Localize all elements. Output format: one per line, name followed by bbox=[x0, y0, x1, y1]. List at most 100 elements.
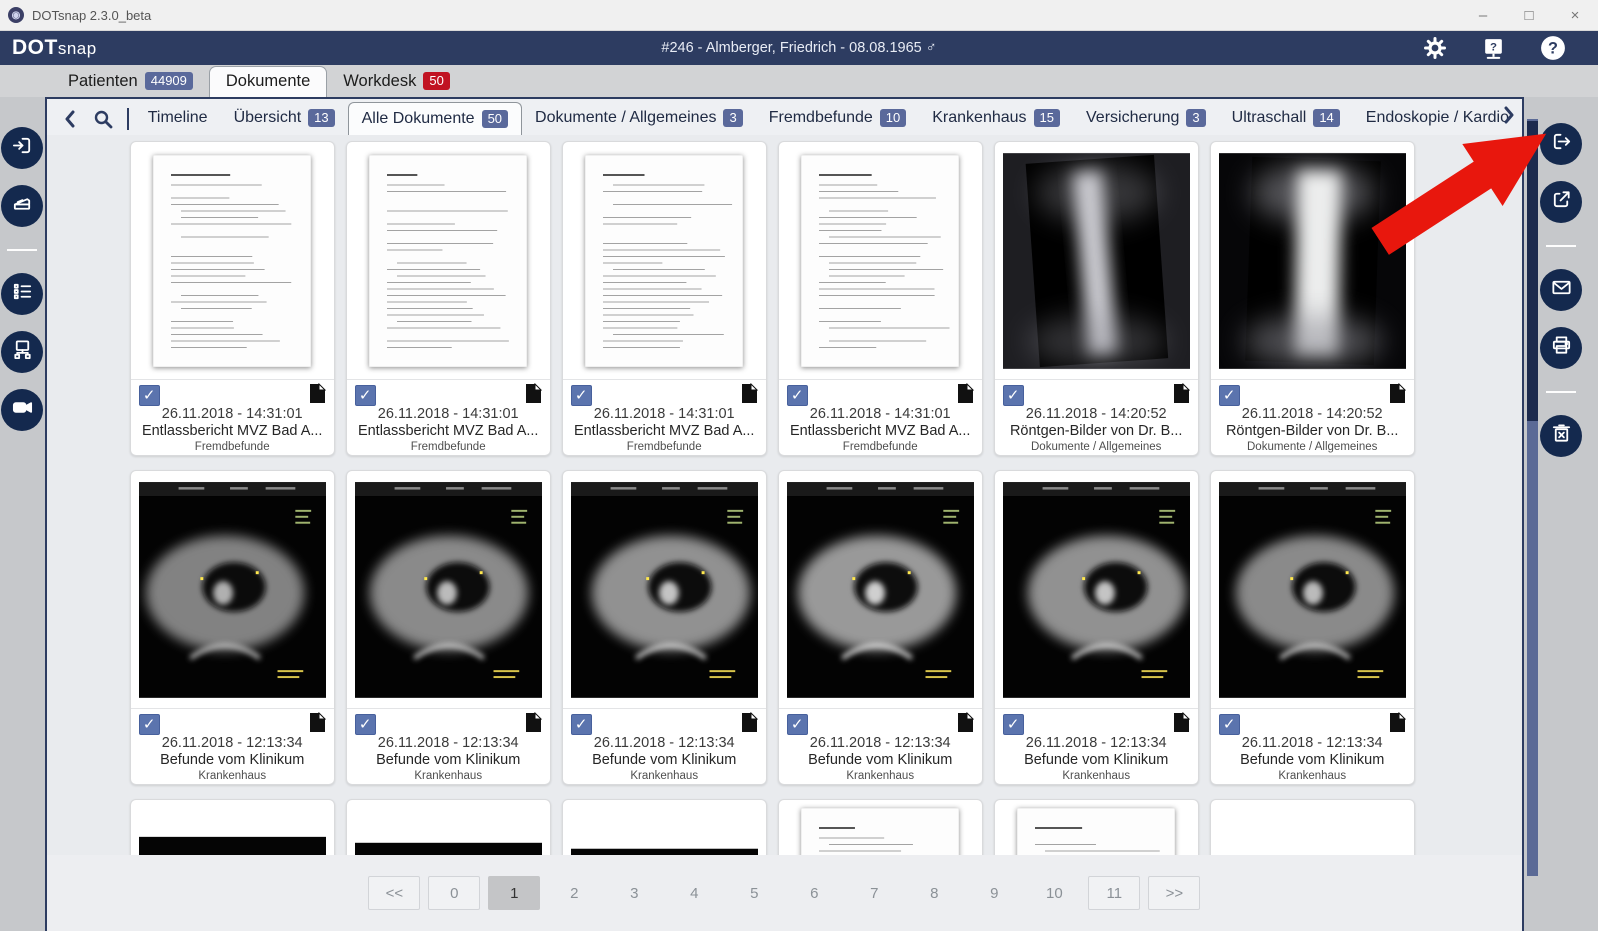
select-checkbox[interactable]: ✓ bbox=[1003, 714, 1024, 735]
video-button[interactable] bbox=[1, 389, 43, 431]
document-card[interactable]: ✓26.11.2018 - 12:13:34Befunde vom Klinik… bbox=[1210, 470, 1415, 785]
document-card[interactable]: ✓26.11.2018 - 14:31:01Entlassbericht MVZ… bbox=[346, 141, 551, 456]
document-card[interactable]: ✓26.11.2018 - 14:20:52Röntgen-Bilder von… bbox=[994, 141, 1199, 456]
filter-tab-label: Ultraschall bbox=[1232, 109, 1307, 127]
print-button[interactable] bbox=[1540, 327, 1582, 369]
card-footer: ✓26.11.2018 - 12:13:34Befunde vom Klinik… bbox=[1211, 708, 1414, 785]
document-card[interactable]: ✓26.11.2018 - 12:13:34Befunde vom Klinik… bbox=[778, 470, 983, 785]
email-button[interactable] bbox=[1540, 269, 1582, 311]
select-checkbox[interactable]: ✓ bbox=[139, 385, 160, 406]
select-checkbox[interactable]: ✓ bbox=[139, 714, 160, 735]
select-checkbox[interactable]: ✓ bbox=[355, 714, 376, 735]
page-button-2[interactable]: 2 bbox=[548, 876, 600, 910]
document-card[interactable]: ✓26.11.2018 - 12:13:34Befunde vom Klinik… bbox=[562, 470, 767, 785]
network-documents-icon bbox=[11, 338, 34, 366]
scan-button[interactable] bbox=[1, 185, 43, 227]
filter-tab-fremdbefunde[interactable]: Fremdbefunde10 bbox=[756, 102, 920, 135]
filter-tab-endoskopie-kardio[interactable]: Endoskopie / Kardio bbox=[1353, 102, 1522, 135]
page-button-7[interactable]: 7 bbox=[848, 876, 900, 910]
network-documents-button[interactable] bbox=[1, 331, 43, 373]
page-button-6[interactable]: 6 bbox=[788, 876, 840, 910]
document-card-partial[interactable] bbox=[1210, 799, 1415, 855]
maximize-button[interactable]: □ bbox=[1506, 0, 1552, 30]
document-thumbnail bbox=[347, 800, 550, 855]
tab-dokumente[interactable]: Dokumente bbox=[209, 66, 327, 97]
select-checkbox[interactable]: ✓ bbox=[787, 385, 808, 406]
document-card-partial[interactable] bbox=[562, 799, 767, 855]
settings-gear-icon[interactable] bbox=[1423, 36, 1447, 60]
page-button-5[interactable]: 5 bbox=[728, 876, 780, 910]
document-card-partial[interactable] bbox=[778, 799, 983, 855]
card-title: Befunde vom Klinikum bbox=[131, 752, 334, 768]
pager-last-button[interactable]: >> bbox=[1148, 876, 1200, 910]
filter-tab-ultraschall[interactable]: Ultraschall14 bbox=[1219, 102, 1353, 135]
pager-first-button[interactable]: << bbox=[368, 876, 420, 910]
scrollbar-thumb[interactable] bbox=[1527, 121, 1538, 421]
close-button[interactable]: × bbox=[1552, 0, 1598, 30]
filter-tab-dokumente-allgemeines[interactable]: Dokumente / Allgemeines3 bbox=[522, 102, 756, 135]
document-type-icon bbox=[525, 383, 542, 409]
vertical-scrollbar[interactable] bbox=[1527, 119, 1538, 876]
document-card[interactable]: ✓26.11.2018 - 14:31:01Entlassbericht MVZ… bbox=[778, 141, 983, 456]
page-button-1[interactable]: 1 bbox=[488, 876, 540, 910]
filter-forward-chevron-icon[interactable] bbox=[1502, 106, 1516, 129]
tab-workdesk[interactable]: Workdesk50 bbox=[327, 66, 466, 97]
select-checkbox[interactable]: ✓ bbox=[571, 385, 592, 406]
filter-tab-versicherung[interactable]: Versicherung3 bbox=[1073, 102, 1219, 135]
select-checkbox[interactable]: ✓ bbox=[571, 714, 592, 735]
import-icon bbox=[11, 134, 34, 162]
search-icon[interactable] bbox=[85, 103, 121, 135]
document-thumbnail bbox=[779, 471, 982, 708]
document-thumbnail bbox=[995, 800, 1198, 855]
document-card[interactable]: ✓26.11.2018 - 14:31:01Entlassbericht MVZ… bbox=[562, 141, 767, 456]
select-checkbox[interactable]: ✓ bbox=[1219, 714, 1240, 735]
help-icon[interactable]: ? bbox=[1540, 35, 1566, 61]
page-button-4[interactable]: 4 bbox=[668, 876, 720, 910]
open-external-button[interactable] bbox=[1540, 181, 1582, 223]
minimize-button[interactable]: – bbox=[1460, 0, 1506, 30]
print-icon bbox=[1550, 334, 1573, 362]
tab-patienten[interactable]: Patienten44909 bbox=[52, 66, 209, 97]
filter-tab-label: Fremdbefunde bbox=[769, 109, 873, 127]
document-card-partial[interactable] bbox=[346, 799, 551, 855]
page-button-9[interactable]: 9 bbox=[968, 876, 1020, 910]
filter-tab-krankenhaus[interactable]: Krankenhaus15 bbox=[919, 102, 1073, 135]
import-button[interactable] bbox=[1, 127, 43, 169]
card-footer: ✓26.11.2018 - 12:13:34Befunde vom Klinik… bbox=[563, 708, 766, 785]
filter-tab-alle-dokumente[interactable]: Alle Dokumente50 bbox=[348, 102, 522, 135]
page-button-10[interactable]: 10 bbox=[1028, 876, 1080, 910]
document-thumbnail bbox=[563, 800, 766, 855]
filter-back-chevron-icon[interactable] bbox=[55, 103, 85, 135]
card-row: ✓26.11.2018 - 12:13:34Befunde vom Klinik… bbox=[130, 470, 1522, 785]
filter-count-badge: 3 bbox=[1186, 109, 1205, 127]
document-card[interactable]: ✓26.11.2018 - 12:13:34Befunde vom Klinik… bbox=[346, 470, 551, 785]
page-button-11[interactable]: 11 bbox=[1088, 876, 1140, 910]
document-thumbnail bbox=[779, 142, 982, 379]
filter-tab-übersicht[interactable]: Übersicht13 bbox=[221, 102, 348, 135]
worklist-button[interactable] bbox=[1, 273, 43, 315]
filter-tab-timeline[interactable]: Timeline bbox=[135, 102, 221, 135]
page-button-3[interactable]: 3 bbox=[608, 876, 660, 910]
document-card[interactable]: ✓26.11.2018 - 12:13:34Befunde vom Klinik… bbox=[994, 470, 1199, 785]
export-button[interactable] bbox=[1540, 123, 1582, 165]
document-card[interactable]: ✓26.11.2018 - 14:20:52Röntgen-Bilder von… bbox=[1210, 141, 1415, 456]
select-checkbox[interactable]: ✓ bbox=[787, 714, 808, 735]
card-date: 26.11.2018 - 12:13:34 bbox=[1211, 735, 1414, 751]
select-checkbox[interactable]: ✓ bbox=[355, 385, 376, 406]
delete-button[interactable] bbox=[1540, 415, 1582, 457]
select-checkbox[interactable]: ✓ bbox=[1219, 385, 1240, 406]
document-card[interactable]: ✓26.11.2018 - 14:31:01Entlassbericht MVZ… bbox=[130, 141, 335, 456]
card-footer: ✓26.11.2018 - 12:13:34Befunde vom Klinik… bbox=[347, 708, 550, 785]
page-button-8[interactable]: 8 bbox=[908, 876, 960, 910]
document-grid: ✓26.11.2018 - 14:31:01Entlassbericht MVZ… bbox=[47, 135, 1522, 855]
document-card-partial[interactable] bbox=[130, 799, 335, 855]
documents-panel: TimelineÜbersicht13Alle Dokumente50Dokum… bbox=[45, 97, 1524, 931]
select-checkbox[interactable]: ✓ bbox=[1003, 385, 1024, 406]
patient-info-header: #246 - Almberger, Friedrich - 08.08.1965… bbox=[0, 40, 1598, 56]
remote-support-icon[interactable]: ? bbox=[1481, 36, 1506, 61]
page-button-0[interactable]: 0 bbox=[428, 876, 480, 910]
document-card[interactable]: ✓26.11.2018 - 12:13:34Befunde vom Klinik… bbox=[130, 470, 335, 785]
card-footer: ✓26.11.2018 - 14:31:01Entlassbericht MVZ… bbox=[131, 379, 334, 456]
card-footer: ✓26.11.2018 - 14:31:01Entlassbericht MVZ… bbox=[347, 379, 550, 456]
document-card-partial[interactable] bbox=[994, 799, 1199, 855]
